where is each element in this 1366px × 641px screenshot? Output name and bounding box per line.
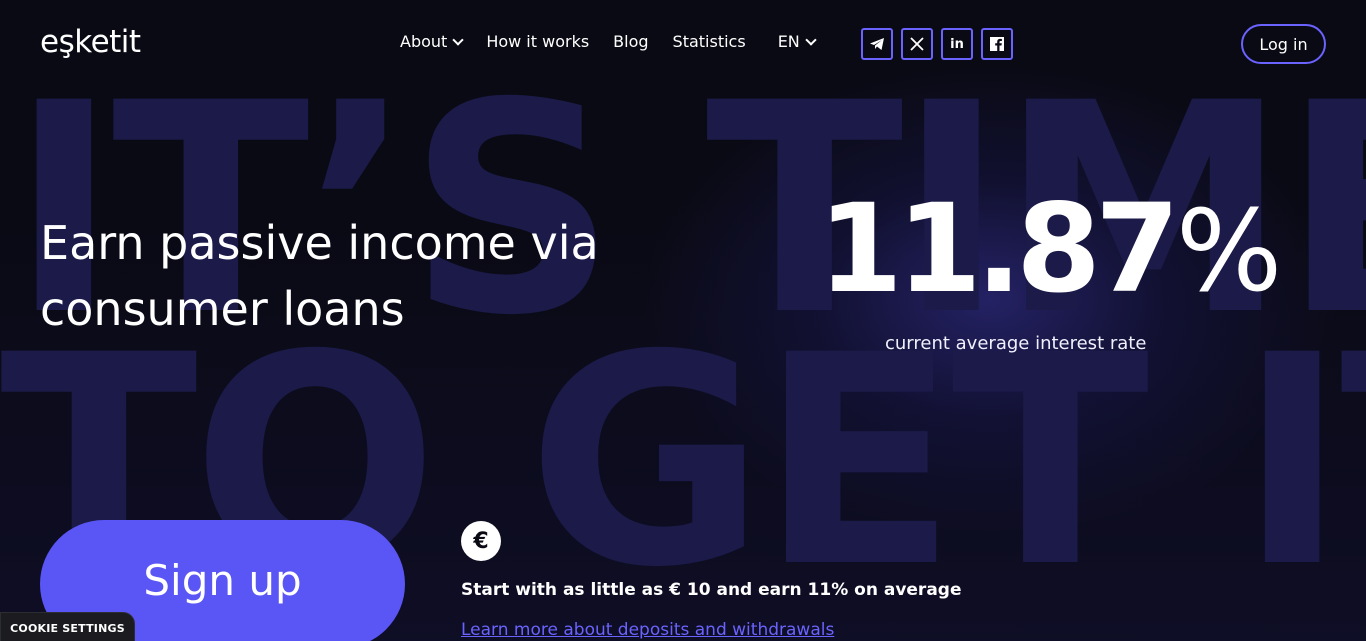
nav-statistics-label: Statistics (672, 32, 746, 51)
interest-rate-value: 11.87 (818, 178, 1180, 320)
site-header: eşketit About How it works Blog Statisti… (0, 0, 1366, 88)
nav-how-it-works-label: How it works (486, 32, 590, 51)
deposit-info: Start with as little as € 10 and earn 11… (461, 580, 962, 600)
nav-about-label: About (400, 32, 448, 51)
social-links: in (861, 28, 1021, 60)
language-label: EN (777, 32, 800, 51)
chevron-down-icon (452, 33, 464, 46)
facebook-icon[interactable] (981, 28, 1013, 60)
nav-blog-label: Blog (613, 32, 649, 51)
nav-statistics[interactable]: Statistics (673, 32, 746, 51)
language-selector[interactable]: EN (777, 32, 817, 51)
logo[interactable]: eşketit (40, 24, 141, 60)
interest-rate-label: current average interest rate (885, 333, 1147, 354)
chevron-down-icon (805, 33, 817, 46)
main-nav: About How it works Blog Statistics EN (400, 32, 839, 51)
login-button[interactable]: Log in (1241, 24, 1326, 64)
linkedin-icon[interactable]: in (941, 28, 973, 60)
nav-how-it-works[interactable]: How it works (486, 32, 589, 51)
nav-about[interactable]: About (400, 32, 464, 51)
deposits-link[interactable]: Learn more about deposits and withdrawal… (461, 620, 834, 640)
x-icon[interactable] (901, 28, 933, 60)
nav-blog[interactable]: Blog (613, 32, 648, 51)
linkedin-glyph: in (950, 36, 964, 52)
cookie-settings-button[interactable]: COOKIE SETTINGS (0, 612, 135, 641)
percent-sign: % (1175, 187, 1283, 317)
euro-icon: € (461, 521, 501, 561)
interest-rate: 11.87 % (818, 188, 1282, 310)
hero-headline: Earn passive income via consumer loans (40, 216, 599, 336)
euro-glyph: € (473, 528, 489, 554)
telegram-icon[interactable] (861, 28, 893, 60)
